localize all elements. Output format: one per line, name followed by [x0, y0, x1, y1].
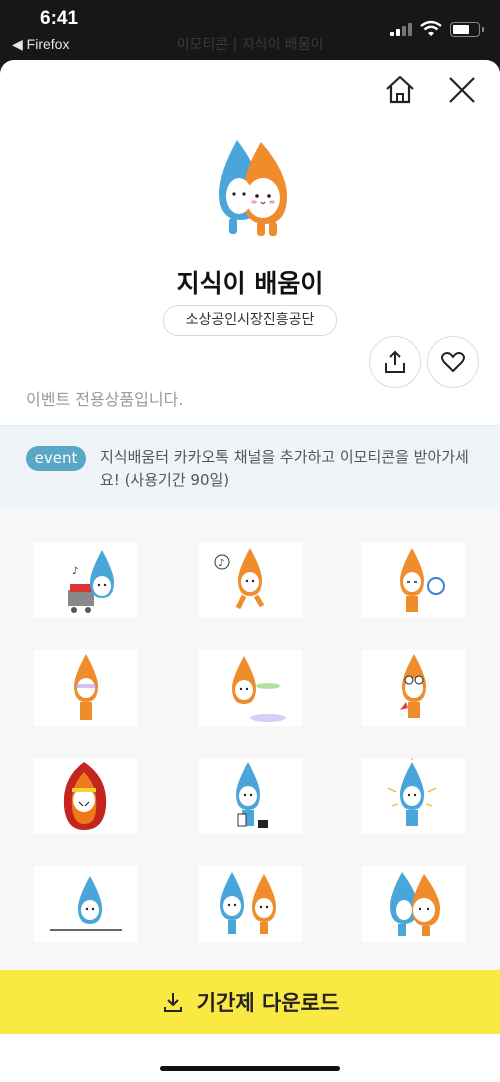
sticker-item[interactable]: ♪ [198, 542, 302, 618]
download-icon [163, 993, 182, 1012]
sticker-item[interactable] [198, 866, 302, 942]
sticker-item[interactable] [362, 866, 466, 942]
download-button[interactable]: 기간제 다운로드 [0, 970, 500, 1034]
share-icon [385, 350, 405, 373]
sticker-item[interactable] [198, 758, 302, 834]
bottom-safe-area [0, 1034, 500, 1082]
sticker-item[interactable] [362, 650, 466, 726]
sticker-item[interactable] [362, 542, 466, 618]
emoticon-detail-sheet: 지식이 배움이 소상공인시장진흥공단 이벤트 전용상품입니다. event 지식… [0, 60, 500, 1082]
svg-text:♪: ♪ [218, 558, 224, 569]
download-label: 기간제 다운로드 [196, 991, 340, 1015]
sticker-item[interactable] [34, 758, 138, 834]
event-description: 지식배움터 카카오톡 채널을 추가하고 이모티콘을 받아가세요! (사용기간 9… [100, 448, 469, 489]
home-icon [386, 75, 414, 104]
close-icon [449, 77, 475, 103]
wifi-icon [420, 20, 442, 36]
status-bar: 6:41 ◀ Firefox 이모티콘 | 지식이 배움이 [0, 0, 500, 60]
close-button[interactable] [442, 70, 482, 110]
share-button[interactable] [369, 336, 421, 388]
home-button[interactable] [380, 70, 420, 110]
signal-icon [390, 22, 414, 36]
sticker-item[interactable] [362, 758, 466, 834]
sticker-item[interactable] [34, 650, 138, 726]
sticker-item[interactable] [198, 650, 302, 726]
status-time: 6:41 [40, 8, 79, 29]
event-banner[interactable]: event 지식배움터 카카오톡 채널을 추가하고 이모티콘을 받아가세요! (… [0, 425, 500, 509]
product-title: 지식이 배움이 [176, 269, 324, 298]
sticker-grid: ♪ ♪ [0, 508, 500, 970]
home-indicator[interactable] [160, 1066, 340, 1071]
author-chip[interactable]: 소상공인시장진흥공단 [163, 305, 337, 336]
event-only-notice: 이벤트 전용상품입니다. [26, 390, 184, 409]
svg-text:♪: ♪ [72, 566, 78, 577]
main-character-image [219, 140, 287, 236]
heart-icon [441, 352, 465, 372]
sticker-item[interactable]: ♪ [34, 542, 138, 618]
event-badge: event [26, 446, 86, 471]
sticker-item[interactable] [34, 866, 138, 942]
like-button[interactable] [427, 336, 479, 388]
battery-icon [450, 22, 484, 37]
